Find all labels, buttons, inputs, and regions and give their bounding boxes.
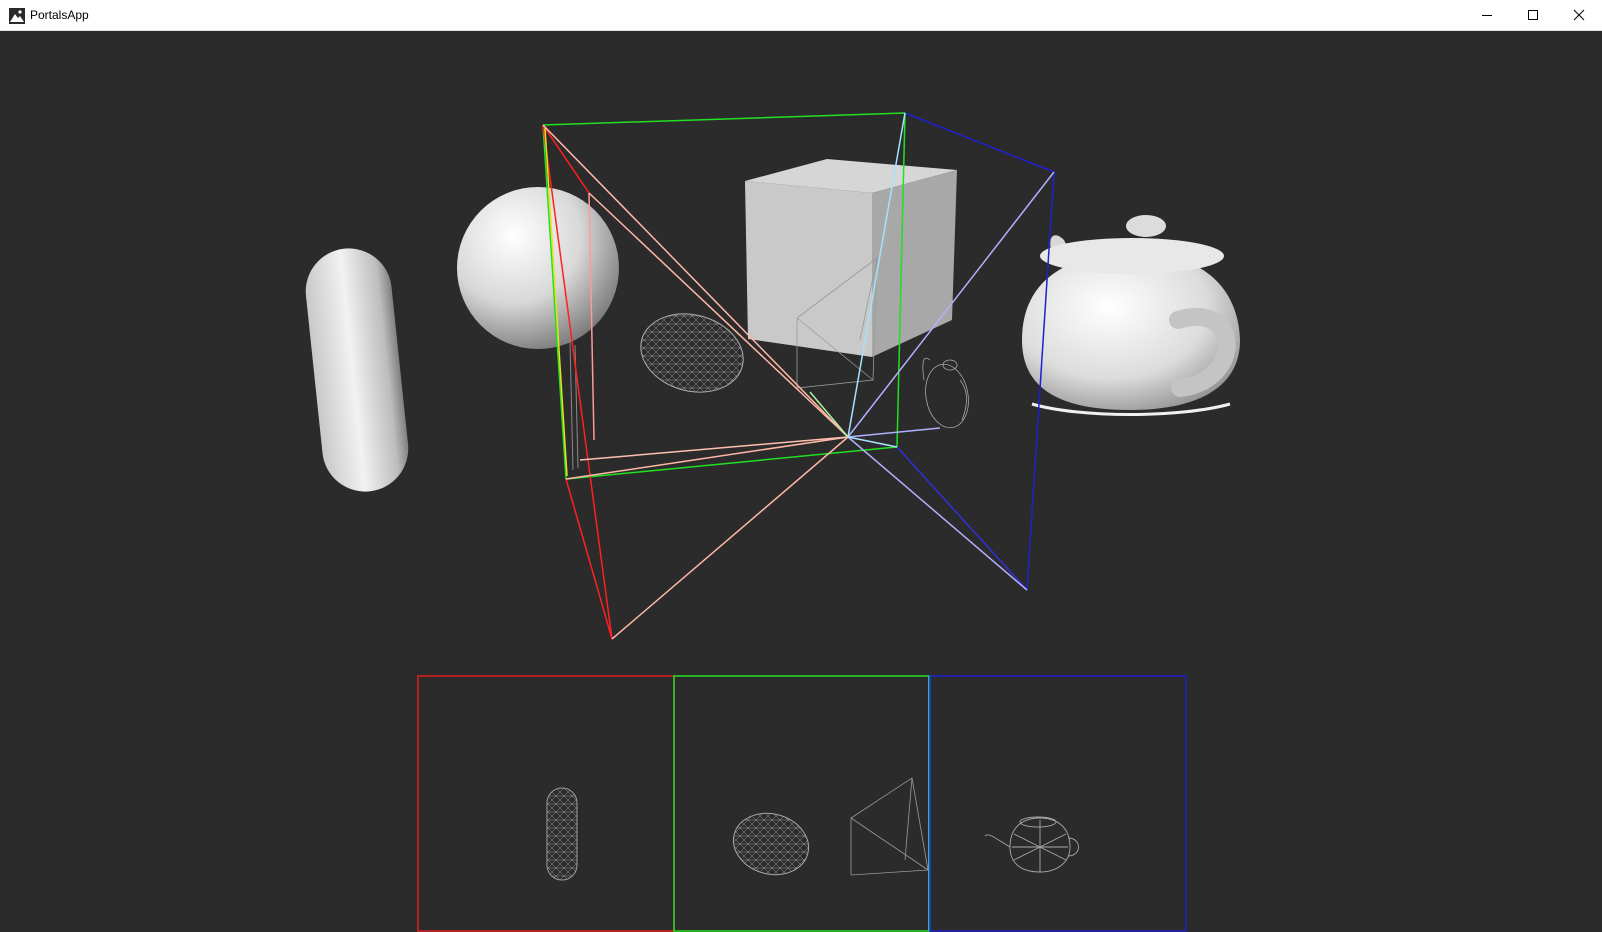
close-icon [1573, 9, 1585, 21]
minimize-button[interactable] [1464, 0, 1510, 30]
3d-viewport[interactable] [0, 31, 1602, 932]
scene-canvas[interactable] [0, 31, 1602, 932]
portals-app-icon [9, 8, 25, 24]
maximize-icon [1528, 10, 1538, 20]
teapot-wireframe-portal [984, 816, 1079, 873]
maximize-button[interactable] [1510, 0, 1556, 30]
title-bar[interactable]: PortalsApp [0, 0, 1602, 31]
capsule-wireframe [546, 787, 578, 881]
sphere-object [457, 187, 619, 349]
portal-panel-green[interactable] [673, 675, 931, 932]
minimize-icon [1482, 15, 1492, 16]
teapot-object [1022, 215, 1240, 416]
close-button[interactable] [1556, 0, 1602, 30]
window-title: PortalsApp [30, 8, 89, 22]
cube-object [745, 159, 957, 357]
ellipsoid-wireframe-portal [730, 810, 815, 880]
pyramid-wireframe-portal [850, 777, 929, 876]
small-teapot-wireframe [922, 357, 969, 429]
app-window: PortalsApp [0, 0, 1602, 932]
portal-panel-blue[interactable] [929, 675, 1187, 932]
capsule-object [305, 248, 409, 492]
portal-panel-red[interactable] [417, 675, 675, 932]
ellipsoid-wireframe [631, 305, 753, 400]
